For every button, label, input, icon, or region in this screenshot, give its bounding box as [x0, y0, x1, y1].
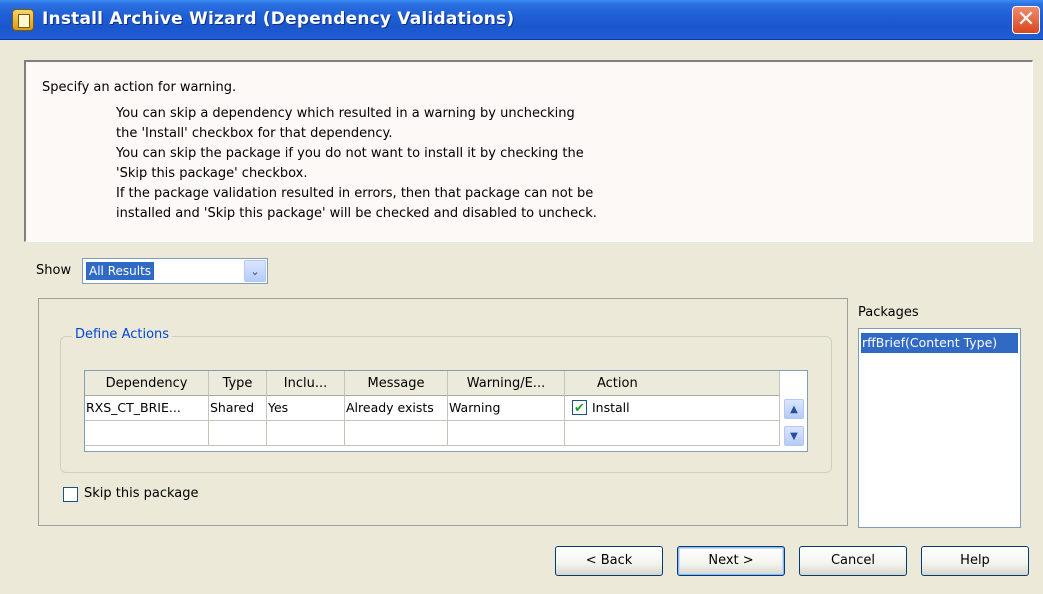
column-header-action[interactable]: Action [565, 371, 780, 396]
close-icon: ✕ [1016, 7, 1036, 32]
chevron-down-icon[interactable]: ⌄ [244, 260, 266, 282]
cell-empty [345, 421, 448, 445]
scroll-up-button[interactable]: ▲ [784, 399, 804, 419]
column-header-message[interactable]: Message [345, 371, 448, 396]
close-button[interactable]: ✕ [1012, 6, 1040, 34]
cell-empty [85, 421, 209, 445]
cancel-button[interactable]: Cancel [799, 546, 907, 576]
back-button[interactable]: < Back [555, 546, 663, 576]
define-actions-legend: Define Actions [72, 327, 173, 342]
table-row-empty[interactable] [85, 421, 780, 446]
show-selected-value: All Results [86, 262, 155, 280]
instruction-panel: Specify an action for warning. You can s… [24, 60, 1033, 242]
chevron-down-icon: ▼ [790, 431, 798, 442]
skip-package-checkbox[interactable] [63, 487, 78, 502]
scroll-down-button[interactable]: ▼ [784, 426, 804, 446]
show-dropdown[interactable]: All Results ⌄ [82, 258, 268, 284]
chevron-up-icon: ▲ [790, 404, 798, 415]
cell-message: Already exists [345, 396, 448, 420]
cell-empty [267, 421, 345, 445]
skip-package-label: Skip this package [84, 486, 199, 501]
cell-dependency: RXS_CT_BRIE... [85, 396, 209, 420]
instruction-line: 'Skip this package' checkbox. [116, 166, 308, 181]
instruction-line: You can skip the package if you do not w… [116, 146, 584, 161]
cell-included: Yes [267, 396, 345, 420]
column-header-warning[interactable]: Warning/E... [448, 371, 565, 396]
cell-empty [209, 421, 267, 445]
title-bar: Install Archive Wizard (Dependency Valid… [0, 0, 1043, 40]
install-checkbox[interactable]: ✔ [572, 400, 587, 416]
cell-empty [565, 421, 780, 445]
cell-action: ✔ Install [565, 396, 780, 420]
cell-empty [448, 421, 565, 445]
column-header-included[interactable]: Inclu... [267, 371, 345, 396]
table-scrollbar[interactable]: ▲ ▼ [783, 396, 807, 451]
window-title: Install Archive Wizard (Dependency Valid… [42, 9, 515, 29]
packages-list[interactable]: rffBrief(Content Type) [858, 328, 1021, 528]
instruction-line: installed and 'Skip this package' will b… [116, 206, 597, 221]
instruction-line: If the package validation resulted in er… [116, 186, 594, 201]
package-item[interactable]: rffBrief(Content Type) [861, 333, 1018, 353]
archive-wizard-icon [12, 9, 34, 31]
checkmark-icon: ✔ [574, 401, 585, 416]
next-button[interactable]: Next > [677, 546, 785, 576]
instruction-line: the 'Install' checkbox for that dependen… [116, 126, 393, 141]
dependency-table: Dependency Type Inclu... Message Warning… [84, 370, 808, 452]
cell-warning: Warning [448, 396, 565, 420]
show-label: Show [36, 263, 72, 278]
column-header-type[interactable]: Type [209, 371, 267, 396]
cell-type: Shared [209, 396, 267, 420]
instruction-line: You can skip a dependency which resulted… [116, 106, 575, 121]
packages-label: Packages [858, 305, 919, 320]
install-label: Install [592, 400, 630, 415]
table-header: Dependency Type Inclu... Message Warning… [85, 371, 780, 396]
instruction-heading: Specify an action for warning. [42, 80, 237, 95]
column-header-dependency[interactable]: Dependency [85, 371, 209, 396]
table-row[interactable]: RXS_CT_BRIE... Shared Yes Already exists… [85, 396, 780, 421]
help-button[interactable]: Help [921, 546, 1029, 576]
